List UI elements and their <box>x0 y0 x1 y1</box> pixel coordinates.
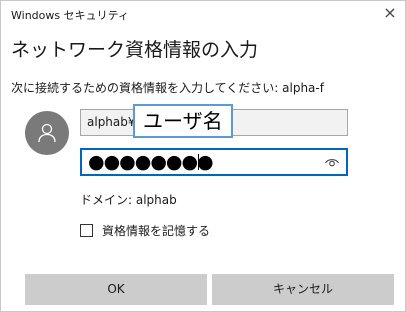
eye-icon[interactable] <box>324 154 340 170</box>
text-caret <box>198 154 199 170</box>
user-avatar <box>25 111 69 155</box>
domain-label: ドメイン: alphab <box>80 193 177 207</box>
dialog-heading: ネットワーク資格情報の入力 <box>11 39 259 61</box>
remember-credentials-label: 資格情報を記憶する <box>102 223 211 238</box>
instruction-text: 次に接続するための資格情報を入力してください: alpha-f <box>11 81 324 95</box>
checkbox-box[interactable] <box>80 223 93 237</box>
credential-dialog: Windows セキュリティ × ネットワーク資格情報の入力 次に接続するための… <box>0 0 406 312</box>
password-value: ●●●●●●●● <box>88 151 214 173</box>
cancel-button[interactable]: キャンセル <box>212 274 394 305</box>
close-button[interactable]: × <box>379 3 401 23</box>
username-tooltip: ユーザ名 <box>133 104 233 138</box>
user-icon <box>38 123 56 143</box>
window-title: Windows セキュリティ <box>11 9 129 22</box>
password-field[interactable]: ●●●●●●●● <box>80 148 348 176</box>
remember-credentials-checkbox[interactable]: 資格情報を記憶する <box>80 222 210 238</box>
ok-button[interactable]: OK <box>25 274 207 305</box>
